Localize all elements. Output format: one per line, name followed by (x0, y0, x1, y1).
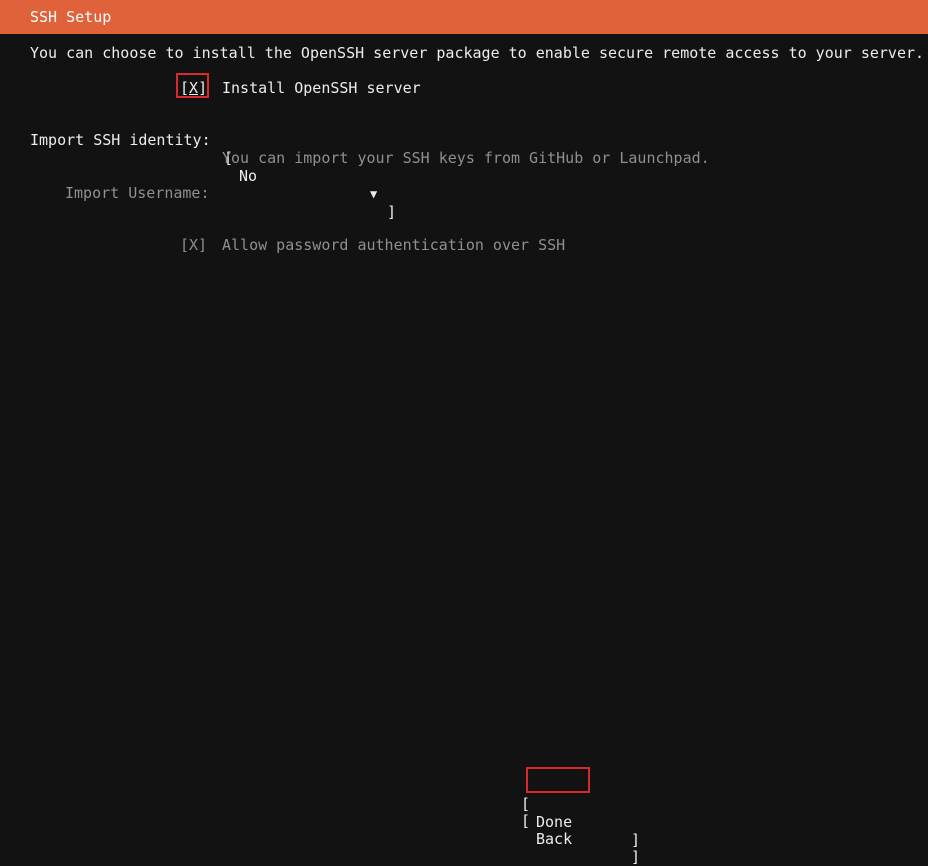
back-label: Back (536, 830, 573, 848)
back-button[interactable]: [ Back ] (521, 794, 641, 866)
dropdown-close-bracket: ] (387, 203, 397, 221)
page-title: SSH Setup (30, 8, 112, 26)
allow-password-label[interactable]: Allow password authentication over SSH (222, 236, 565, 254)
back-open-bracket: [ (521, 812, 531, 830)
import-username-label: Import Username: (65, 184, 210, 202)
install-openssh-label[interactable]: Install OpenSSH server (222, 79, 421, 97)
dropdown-value: No (239, 167, 258, 185)
title-bar: SSH Setup (0, 0, 928, 34)
back-close-bracket: ] (631, 848, 641, 866)
allow-password-checkbox[interactable]: [X] (180, 236, 207, 254)
import-identity-dropdown[interactable]: [ No ▼ ] (222, 131, 398, 221)
focus-highlight-install (176, 73, 209, 98)
chevron-down-icon: ▼ (370, 187, 378, 201)
focus-highlight-done (526, 767, 590, 793)
import-identity-help: You can import your SSH keys from GitHub… (222, 149, 710, 167)
intro-text: You can choose to install the OpenSSH se… (30, 44, 925, 62)
import-identity-label: Import SSH identity: (30, 131, 211, 149)
